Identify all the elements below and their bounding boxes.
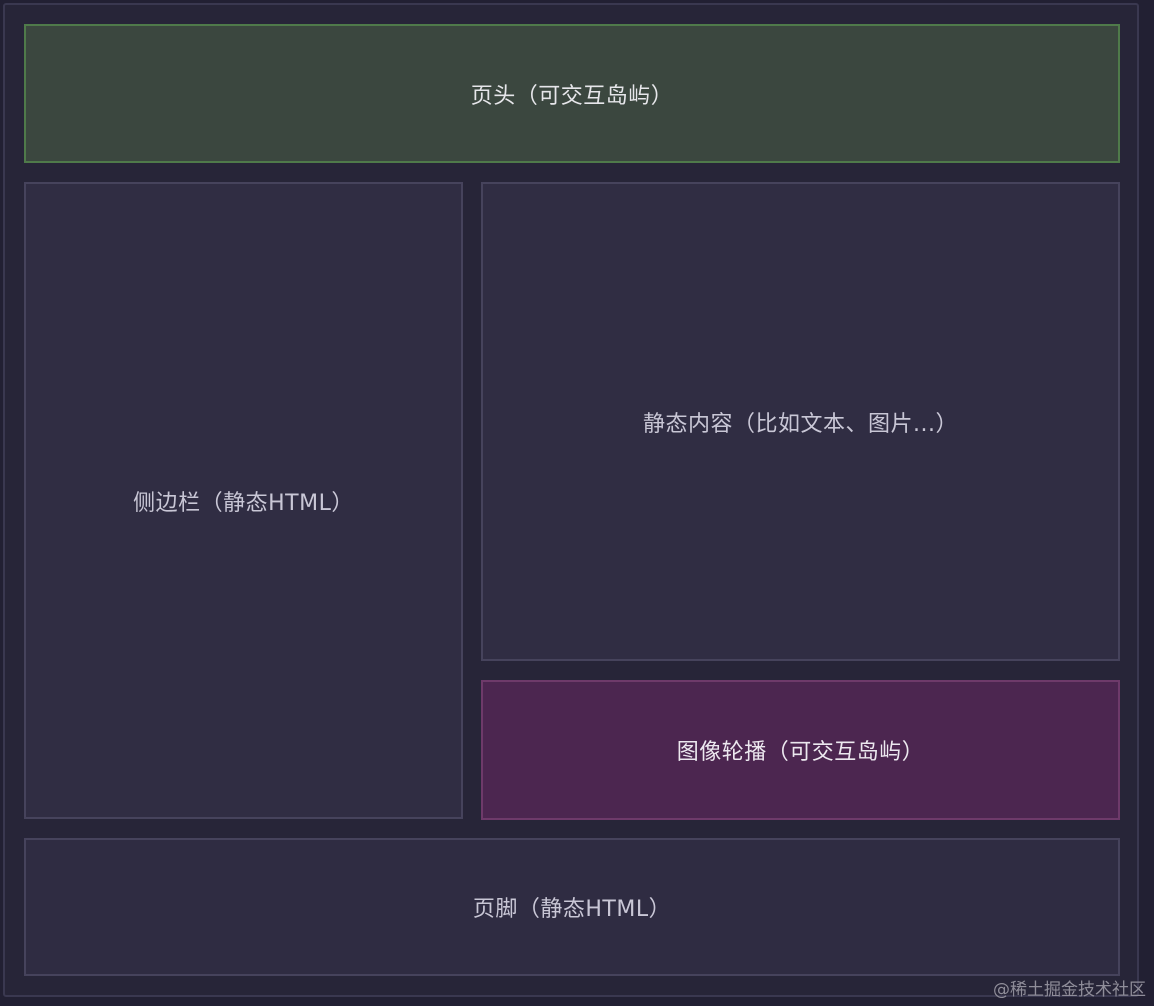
carousel-label: 图像轮播（可交互岛屿）: [676, 740, 925, 765]
footer-label: 页脚（静态HTML）: [472, 897, 672, 922]
image-carousel-island: 图像轮播（可交互岛屿）: [481, 680, 1120, 820]
sidebar-static: 侧边栏（静态HTML）: [24, 182, 463, 819]
static-content-label: 静态内容（比如文本、图片...）: [643, 411, 958, 437]
sidebar-label: 侧边栏（静态HTML）: [133, 490, 354, 516]
static-content-area: 静态内容（比如文本、图片...）: [481, 182, 1120, 661]
watermark-text: @稀土掘金技术社区: [993, 980, 1146, 1000]
header-island: 页头（可交互岛屿）: [24, 24, 1120, 163]
footer-static: 页脚（静态HTML）: [24, 838, 1120, 976]
header-label: 页头（可交互岛屿）: [470, 83, 674, 109]
